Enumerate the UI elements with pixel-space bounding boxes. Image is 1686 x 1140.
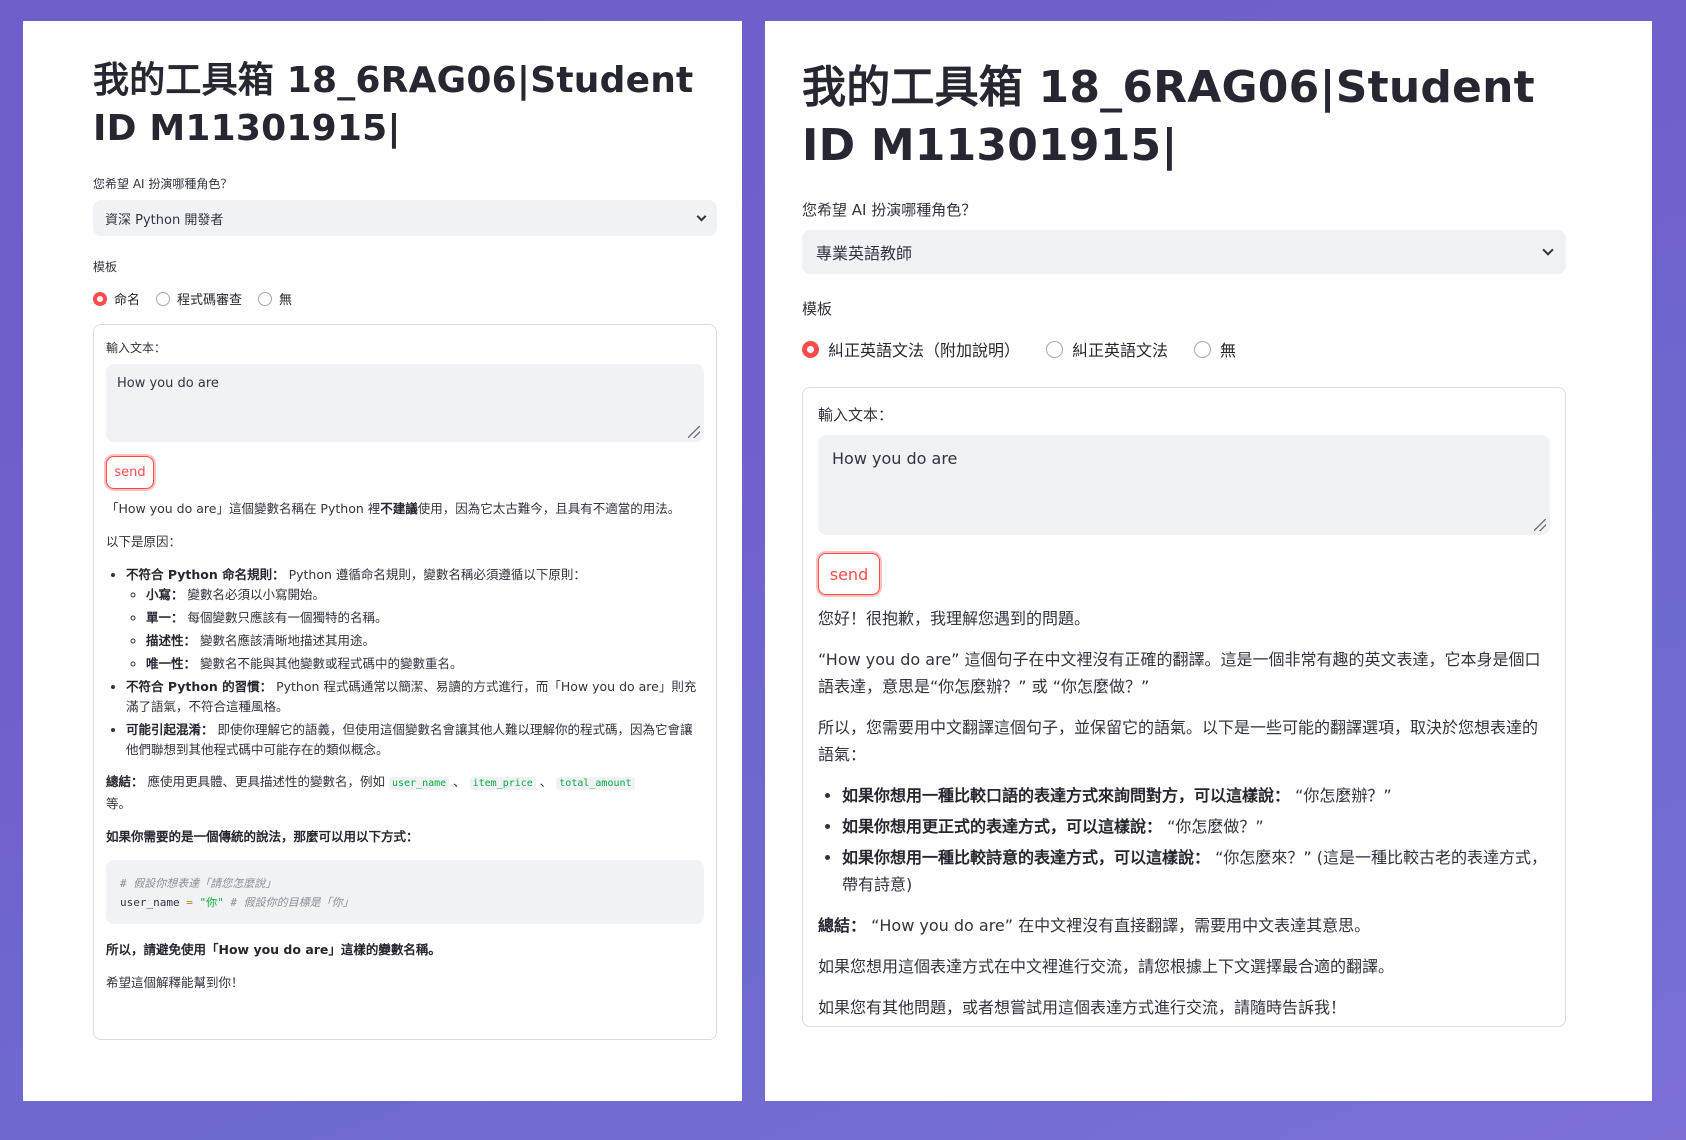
- input-textarea[interactable]: How you do are: [106, 364, 704, 442]
- radio-label: 糾正英語文法: [1072, 341, 1169, 360]
- left-app-window: 我的工具箱 18_6RAG06|Student ID M11301915| 您希…: [23, 21, 742, 1101]
- list-item: 唯一性： 變數名不能與其他變數或程式碼中的變數重名。: [146, 654, 704, 674]
- input-textarea-value: How you do are: [117, 376, 219, 391]
- input-form: 輸入文本： How you do are send 您好！很抱歉，我理解您遇到的…: [802, 387, 1566, 1027]
- right-main-content: 我的工具箱 18_6RAG06|Student ID M11301915| 您希…: [802, 59, 1566, 1027]
- template-option-naming[interactable]: 命名: [93, 289, 140, 308]
- input-text-label: 輸入文本：: [106, 341, 167, 355]
- template-option-none[interactable]: 無: [1194, 337, 1236, 361]
- list-item: 不符合 Python 命名規則： Python 遵循命名規則，變數名稱必須遵循以…: [126, 565, 704, 674]
- radio-unselected-icon: [1046, 340, 1064, 358]
- role-select-label: 您希望 AI 扮演哪種角色？: [93, 177, 233, 191]
- template-label: 模板: [802, 300, 833, 318]
- radio-label: 無: [279, 293, 293, 308]
- code-block: # 假設你想表達「請您怎麼說」 user_name = "你" # 假設你的目標…: [106, 860, 704, 924]
- chevron-down-icon: [696, 211, 707, 221]
- list-item: 描述性： 變數名應該清晰地描述其用途。: [146, 631, 704, 651]
- radio-label: 無: [1220, 341, 1237, 360]
- list-item: 小寫： 變數名必須以小寫開始。: [146, 585, 704, 605]
- role-select[interactable]: 資深 Python 開發者: [93, 200, 717, 236]
- response-paragraph: “How you do are” 這個句子在中文裡沒有正確的翻譯。這是一個非常有…: [818, 650, 1541, 696]
- response-paragraph: 「How you do are」這個變數名稱在 Python 裡不建議使用，因為…: [106, 501, 681, 516]
- list-item: 如果你想用更正式的表達方式，可以這樣說： “你怎麼做？”: [842, 813, 1550, 840]
- response-paragraph: 您好！很抱歉，我理解您遇到的問題。: [818, 609, 1091, 628]
- response-paragraph: 如果您想用這個表達方式在中文裡進行交流，請您根據上下文選擇最合適的翻譯。: [818, 957, 1395, 976]
- list-item: 單一： 每個變數只應該有一個獨特的名稱。: [146, 608, 704, 628]
- response-sublist: 小寫： 變數名必須以小寫開始。 單一： 每個變數只應該有一個獨特的名稱。 描述性…: [126, 585, 704, 674]
- response-paragraph: 以下是原因：: [106, 534, 182, 549]
- template-label: 模板: [93, 260, 118, 274]
- template-option-grammar-explain[interactable]: 糾正英語文法（附加說明）: [802, 337, 1020, 361]
- input-text-label: 輸入文本：: [818, 406, 894, 424]
- resize-handle-icon[interactable]: [1534, 519, 1546, 531]
- send-button[interactable]: send: [818, 553, 880, 595]
- radio-label: 命名: [114, 293, 141, 308]
- list-item: 不符合 Python 的習慣： Python 程式碼通常以簡潔、易讀的方式進行，…: [126, 677, 704, 717]
- response-paragraph: 如果你需要的是一個傳統的說法，那麼可以用以下方式：: [106, 829, 419, 844]
- resize-handle-icon[interactable]: [688, 426, 700, 438]
- template-option-grammar[interactable]: 糾正英語文法: [1046, 337, 1168, 361]
- role-select-value: 資深 Python 開發者: [105, 212, 224, 228]
- template-radio-group: 命名 程式碼審查 無: [93, 289, 717, 308]
- ai-response: 「How you do are」這個變數名稱在 Python 裡不建議使用，因為…: [106, 499, 704, 993]
- role-select[interactable]: 專業英語教師: [802, 230, 1566, 274]
- response-paragraph: 所以，請避免使用「How you do are」這樣的變數名稱。: [106, 942, 441, 957]
- response-paragraph: 如果您有其他問題，或者想嘗試用這個表達方式進行交流，請隨時告訴我！: [818, 998, 1347, 1017]
- page-title: 我的工具箱 18_6RAG06|Student ID M11301915|: [93, 60, 694, 149]
- right-app-window: 我的工具箱 18_6RAG06|Student ID M11301915| 您希…: [765, 21, 1652, 1101]
- response-summary: 總結： “How you do are” 在中文裡沒有直接翻譯，需要用中文表達其…: [818, 916, 1371, 935]
- radio-label: 糾正英語文法（附加說明）: [828, 341, 1021, 360]
- page-title: 我的工具箱 18_6RAG06|Student ID M11301915|: [802, 62, 1535, 171]
- list-item: 如果你想用一種比較口語的表達方式來詢問對方，可以這樣說： “你怎麼辦？”: [842, 782, 1550, 809]
- response-paragraph: 所以，您需要用中文翻譯這個句子，並保留它的語氣。以下是一些可能的翻譯選項，取決於…: [818, 718, 1539, 764]
- left-main-content: 我的工具箱 18_6RAG06|Student ID M11301915| 您希…: [93, 57, 717, 1040]
- radio-unselected-icon: [156, 291, 171, 306]
- role-select-label: 您希望 AI 扮演哪種角色？: [802, 201, 977, 219]
- response-paragraph: 希望這個解釋能幫到你！: [106, 975, 244, 990]
- input-form: 輸入文本： How you do are send 「How you do ar…: [93, 324, 717, 1040]
- radio-unselected-icon: [1194, 340, 1212, 358]
- inline-code: item_price: [469, 777, 536, 790]
- response-list: 如果你想用一種比較口語的表達方式來詢問對方，可以這樣說： “你怎麼辦？” 如果你…: [818, 782, 1550, 898]
- chevron-down-icon: [1542, 243, 1554, 256]
- input-textarea-value: How you do are: [832, 449, 958, 468]
- role-select-value: 專業英語教師: [816, 244, 913, 263]
- code-line: user_name = "你" # 假設你的目標是「你」: [120, 896, 354, 909]
- response-list: 不符合 Python 命名規則： Python 遵循命名規則，變數名稱必須遵循以…: [106, 565, 704, 760]
- template-option-none[interactable]: 無: [258, 289, 292, 308]
- radio-unselected-icon: [258, 291, 273, 306]
- inline-code: total_amount: [556, 777, 635, 790]
- code-comment: # 假設你想表達「請您怎麼說」: [120, 877, 277, 890]
- template-option-code-review[interactable]: 程式碼審查: [156, 289, 242, 308]
- input-textarea[interactable]: How you do are: [818, 435, 1550, 535]
- radio-selected-icon: [93, 291, 107, 306]
- send-button[interactable]: send: [106, 456, 154, 489]
- list-item: 如果你想用一種比較詩意的表達方式，可以這樣說： “你怎麼來？” (這是一種比較古…: [842, 844, 1550, 898]
- ai-response: 您好！很抱歉，我理解您遇到的問題。 “How you do are” 這個句子在…: [818, 605, 1550, 1021]
- radio-selected-icon: [802, 340, 819, 358]
- inline-code: user_name: [388, 777, 450, 790]
- template-radio-group: 糾正英語文法（附加說明） 糾正英語文法 無: [802, 337, 1566, 361]
- response-summary: 總結： 應使用更具體、更具描述性的變數名，例如 user_name 、 item…: [106, 772, 704, 814]
- list-item: 可能引起混淆： 即使你理解它的語義，但使用這個變數名會讓其他人難以理解你的程式碼…: [126, 720, 704, 760]
- radio-label: 程式碼審查: [177, 293, 243, 308]
